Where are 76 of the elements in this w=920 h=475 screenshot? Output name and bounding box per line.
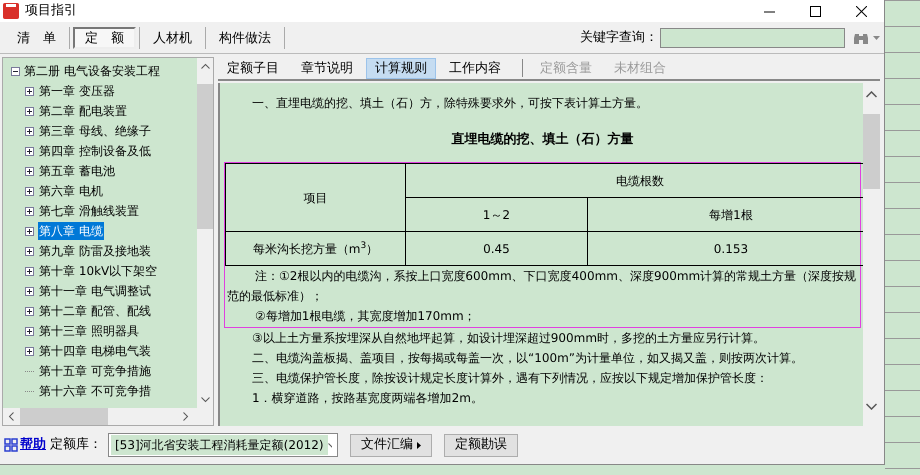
tree-item[interactable]: 第一章 变压器	[38, 82, 116, 100]
tree-item[interactable]: 第二册 电气设备安装工程	[24, 62, 160, 80]
library-select[interactable]: [53]河北省安装工程消耗量定额(2012)	[108, 433, 338, 457]
content-tab[interactable]: 章节说明	[292, 58, 362, 78]
expand-icon[interactable]	[25, 166, 34, 176]
expand-toggle-icon[interactable]	[11, 66, 20, 76]
tree-item[interactable]: 第九章 防雷及接地装	[38, 242, 152, 260]
tree-item[interactable]: 第十四章 电梯电气装	[38, 342, 152, 360]
search-field[interactable]	[660, 28, 845, 48]
rule-paragraph: 二、电缆沟盖板揭、盖项目，按每揭或每盖一次，以“100m”为计量单位，如又揭又盖，则按两次计算。	[251, 350, 804, 367]
dropdown-caret-icon[interactable]	[873, 36, 880, 40]
rule-paragraph: 一、直埋电缆的挖、填土（石）方，除特殊要求外，可按下表计算土方量。	[251, 95, 649, 112]
table-header: 项目	[226, 164, 406, 232]
expand-icon[interactable]	[25, 106, 34, 116]
expand-icon[interactable]	[25, 226, 34, 236]
tree-item[interactable]: 第八章 电缆	[38, 222, 104, 240]
toolbar-tab[interactable]: 构件做法	[209, 26, 281, 48]
tree-item[interactable]: 第十章 10kV以下架空	[38, 262, 158, 280]
tree-item[interactable]: 第十五章 可竞争措施	[38, 362, 152, 380]
submenu-arrow-icon	[417, 442, 421, 448]
tree-item[interactable]: 第十一章 电气调整试	[38, 282, 152, 300]
scroll-thumb[interactable]	[20, 408, 108, 425]
scroll-right-icon[interactable]	[183, 412, 189, 421]
expand-icon[interactable]	[25, 86, 34, 96]
scroll-thumb[interactable]	[863, 114, 880, 189]
scroll-down-icon[interactable]	[200, 397, 210, 403]
tree-item[interactable]: 第十六章 不可竞争措	[38, 382, 152, 400]
search-label: 关键字查询：	[580, 28, 658, 47]
content-tab[interactable]: 工作内容	[440, 58, 510, 78]
expand-icon[interactable]	[25, 326, 34, 336]
table-header: 1～2	[406, 198, 588, 232]
expand-icon[interactable]	[25, 186, 34, 196]
rule-paragraph: ③以上土方量系按埋深从自然地坪起算，如设计埋深超过900mm时，多挖的土方量应另行计算。	[251, 330, 766, 347]
tree-item[interactable]: 第六章 电机	[38, 182, 104, 200]
expand-icon[interactable]	[25, 346, 34, 356]
scroll-left-icon[interactable]	[8, 412, 14, 421]
tree-item[interactable]: 第十二章 配管、配线	[38, 302, 152, 320]
tree-item[interactable]: 第五章 蓄电池	[38, 162, 116, 180]
library-label: 定额库：	[50, 436, 102, 454]
tree-item[interactable]: 第十三章 照明器具	[38, 322, 140, 340]
tree-item[interactable]: 第二章 配电装置	[38, 102, 128, 120]
expand-icon[interactable]	[25, 206, 34, 216]
caret-icon	[328, 442, 332, 448]
tree-line	[25, 390, 34, 392]
expand-icon[interactable]	[25, 126, 34, 136]
footer-button[interactable]: 定额勘误	[444, 434, 518, 456]
tree-item[interactable]: 第三章 母线、绝缘子	[38, 122, 152, 140]
rule-paragraph: 注：①2根以内的电缆沟，系按上口宽度600mm、下口宽度400mm、深度900mm计算的常规土方量（深度按规范的最低标准）；	[226, 268, 858, 305]
expand-icon[interactable]	[25, 266, 34, 276]
footer-button[interactable]: 文件汇编	[350, 434, 432, 456]
app-logo-icon	[3, 3, 19, 19]
tree-line	[25, 370, 34, 372]
toolbar-tab[interactable]: 人材机	[143, 26, 202, 48]
scroll-thumb[interactable]	[197, 84, 213, 229]
window-title: 项目指引	[25, 2, 77, 20]
toolbar-tab[interactable]: 定 额	[73, 26, 136, 48]
rule-paragraph: 1．横穿道路，按路基宽度两端各增加2m。	[251, 390, 484, 407]
rule-paragraph: ②每增加1根电缆，其宽度增加170mm；	[254, 308, 477, 325]
expand-icon[interactable]	[25, 286, 34, 296]
scroll-up-icon[interactable]	[866, 91, 877, 98]
content-tab[interactable]: 计算规则	[366, 58, 436, 78]
grid-icon	[4, 438, 18, 452]
help-link[interactable]: 帮助	[20, 435, 46, 455]
expand-icon[interactable]	[25, 306, 34, 316]
content-tab[interactable]: 定额子目	[218, 58, 288, 78]
rule-paragraph: 三、电缆保护管长度，除按设计规定长度计算外，遇有下列情况，应按以下规定增加保护管长度：	[251, 370, 769, 387]
scroll-down-icon[interactable]	[866, 403, 877, 410]
expand-icon[interactable]	[25, 246, 34, 256]
toolbar-tab[interactable]: 清 单	[7, 26, 66, 48]
tree-item[interactable]: 第七章 滑触线装置	[38, 202, 140, 220]
table-title: 直埋电缆的挖、填土（石）方量	[450, 130, 634, 149]
table-cell: 每米沟长挖方量（m$^{3}$）	[226, 232, 406, 266]
tree-item[interactable]: 第四章 控制设备及低	[38, 142, 152, 160]
table-cell: 0.45	[406, 232, 588, 266]
scroll-up-icon[interactable]	[200, 63, 210, 69]
expand-icon[interactable]	[25, 146, 34, 156]
